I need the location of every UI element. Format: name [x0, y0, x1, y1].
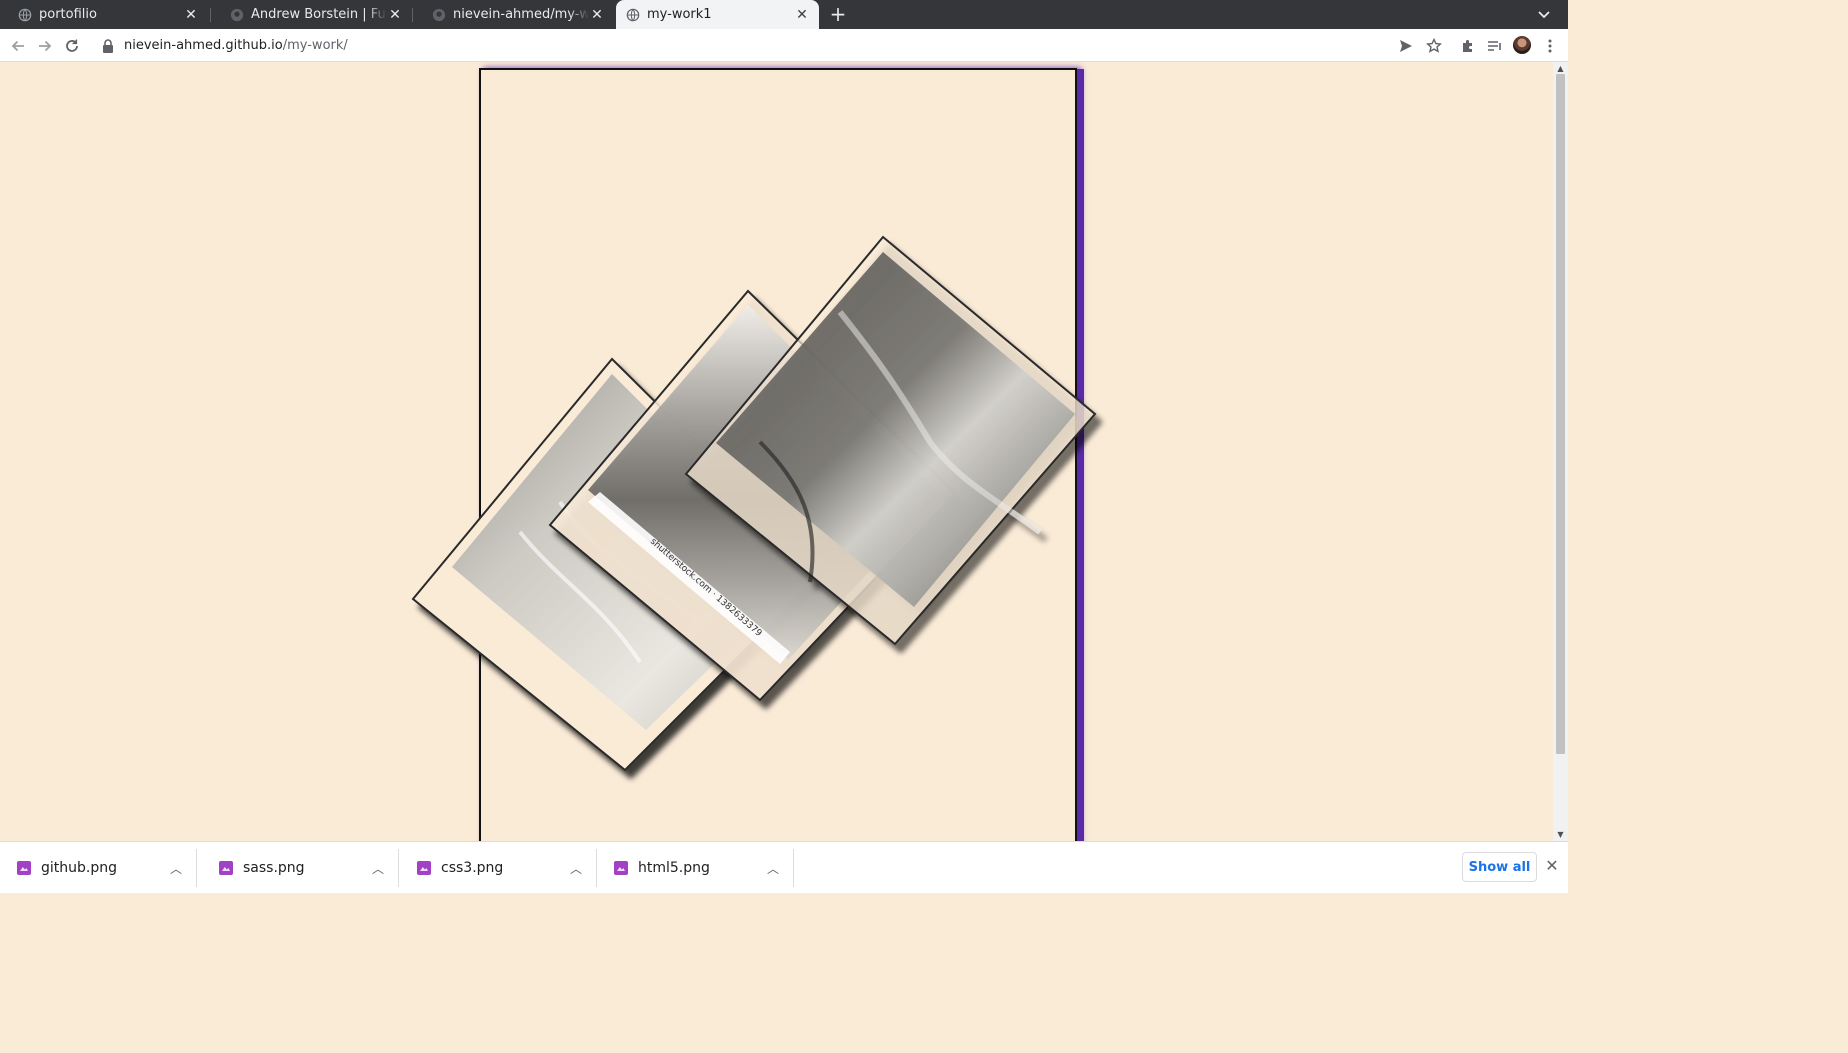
tab-my-work1[interactable]: my-work1 ✕	[616, 0, 819, 29]
tab-separator	[210, 8, 211, 22]
download-item[interactable]: html5.png ︿	[597, 849, 794, 887]
extensions-button[interactable]	[1458, 36, 1478, 56]
download-filename: github.png	[41, 860, 117, 876]
tab-title: Andrew Borstein | Full-Stack Developer	[251, 7, 387, 22]
forward-button[interactable]	[35, 36, 55, 56]
send-to-device-button[interactable]	[1396, 36, 1416, 56]
tab-github-repo[interactable]: nievein-ahmed/my-work: my-work ✕	[414, 0, 614, 29]
download-item[interactable]: css3.png ︿	[400, 849, 597, 887]
scroll-down-icon[interactable]: ▼	[1556, 830, 1565, 839]
github-icon	[432, 8, 446, 21]
scrollbar-thumb[interactable]	[1556, 74, 1565, 754]
tab-portofilio[interactable]: portofilio ✕	[0, 0, 208, 29]
arrow-left-icon	[11, 40, 24, 52]
url-host: nievein-ahmed.github.io	[124, 38, 283, 53]
tab-andrew-borstein[interactable]: Andrew Borstein | Full-Stack Developer ✕	[212, 0, 412, 29]
star-icon	[1426, 38, 1442, 53]
more-vert-icon	[1548, 39, 1552, 53]
tab-title: nievein-ahmed/my-work: my-work	[453, 7, 589, 22]
page-viewport: shutterstock.com · 1382633379 ▲ ▼	[0, 62, 1568, 841]
url-text: nievein-ahmed.github.io/my-work/	[124, 38, 348, 53]
profile-avatar[interactable]	[1513, 36, 1531, 54]
globe-icon	[626, 8, 640, 21]
download-filename: sass.png	[243, 860, 305, 876]
reload-button[interactable]	[62, 36, 82, 56]
reload-icon	[66, 39, 78, 52]
send-icon	[1400, 40, 1412, 52]
image-file-icon	[17, 861, 31, 875]
chevron-up-icon[interactable]: ︿	[765, 860, 781, 877]
address-bar[interactable]: nievein-ahmed.github.io/my-work/	[92, 31, 1452, 60]
image-file-icon	[219, 861, 233, 875]
download-shelf: github.png ︿ sass.png ︿ css3.png ︿ html5…	[0, 841, 1568, 893]
close-tab-icon[interactable]: ✕	[589, 7, 605, 23]
menu-button[interactable]	[1540, 36, 1560, 56]
github-icon	[230, 8, 244, 21]
tab-strip: portofilio ✕ Andrew Borstein | Full-Stac…	[0, 0, 1568, 29]
chevron-up-icon[interactable]: ︿	[568, 860, 584, 877]
download-item[interactable]: github.png ︿	[0, 849, 197, 887]
chevron-up-icon[interactable]: ︿	[370, 860, 386, 877]
download-filename: css3.png	[441, 860, 504, 876]
browser-toolbar: nievein-ahmed.github.io/my-work/	[0, 29, 1568, 62]
puzzle-icon	[1463, 40, 1472, 52]
photo-stack: shutterstock.com · 1382633379	[411, 235, 1097, 772]
tab-separator	[412, 8, 413, 22]
download-filename: html5.png	[638, 860, 710, 876]
chevron-up-icon[interactable]: ︿	[168, 860, 184, 877]
close-tab-icon[interactable]: ✕	[794, 7, 810, 23]
back-button[interactable]	[8, 36, 28, 56]
show-all-downloads-button[interactable]: Show all	[1462, 852, 1537, 882]
close-tab-icon[interactable]: ✕	[183, 7, 199, 23]
page-scrollbar[interactable]: ▲ ▼	[1553, 62, 1568, 841]
reading-list-icon	[1488, 41, 1501, 51]
bookmark-button[interactable]	[1424, 36, 1444, 56]
image-file-icon	[417, 861, 431, 875]
globe-icon	[18, 8, 32, 21]
lock-icon[interactable]	[102, 38, 114, 53]
reading-list-button[interactable]	[1485, 36, 1505, 56]
image-file-icon	[614, 861, 628, 875]
new-tab-button[interactable]: +	[828, 4, 848, 25]
url-path: /my-work/	[282, 38, 348, 53]
arrow-right-icon	[39, 40, 52, 52]
tab-title: portofilio	[39, 7, 97, 22]
scroll-up-icon[interactable]: ▲	[1556, 64, 1565, 73]
download-item[interactable]: sass.png ︿	[202, 849, 399, 887]
tab-search-icon[interactable]	[1536, 6, 1552, 22]
close-tab-icon[interactable]: ✕	[387, 7, 403, 23]
close-shelf-icon[interactable]: ✕	[1544, 858, 1560, 874]
tab-title: my-work1	[647, 7, 712, 22]
